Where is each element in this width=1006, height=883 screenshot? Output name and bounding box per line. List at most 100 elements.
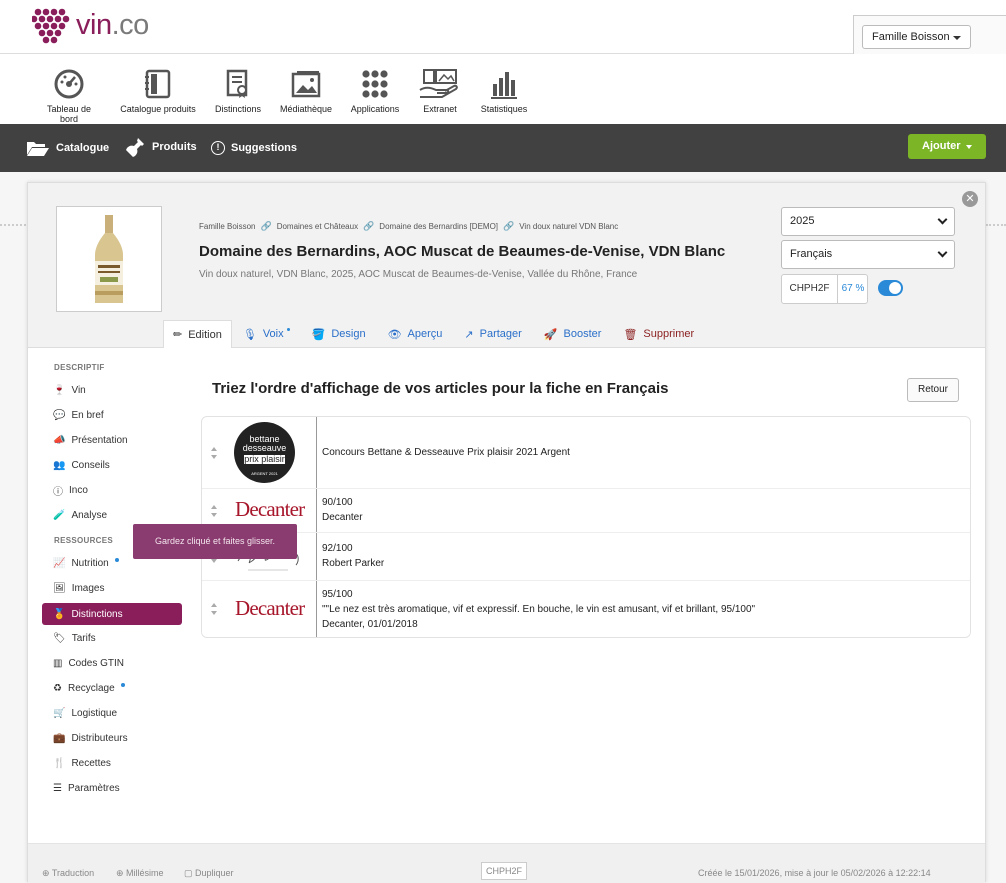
drag-tooltip: Gardez cliqué et faites glisser. — [133, 524, 297, 559]
wine-bottle-image — [95, 215, 123, 303]
heartbeat-icon: 📈 — [53, 558, 66, 569]
divider — [316, 581, 317, 637]
info-icon: ⓘ — [53, 487, 63, 498]
decanter-logo: Decanter — [235, 596, 305, 620]
drag-handle-icon[interactable] — [211, 447, 218, 459]
table-row[interactable]: Decanter 90/100 Decanter — [202, 489, 970, 533]
nav-parametres[interactable]: ☰ Paramètres — [42, 776, 182, 801]
completion-percent: 67 % — [841, 283, 865, 294]
nav-recyclage[interactable]: ♻ Recyclage — [42, 676, 182, 701]
catalogue-book-icon — [145, 69, 171, 99]
module-mediatheque[interactable]: Médiathèque — [276, 68, 336, 114]
nav-conseils[interactable]: 👥 Conseils — [42, 453, 182, 478]
drag-handle-icon[interactable] — [211, 603, 218, 615]
tab-booster[interactable]: 🚀 Booster — [533, 320, 613, 348]
tab-partager[interactable]: ↗ Partager — [453, 320, 532, 348]
nav-logistique[interactable]: 🛒 Logistique — [42, 701, 182, 726]
tab-apercu[interactable]: 👁 Aperçu — [377, 320, 454, 348]
company-selector[interactable]: Famille Boisson — [862, 25, 971, 49]
table-row[interactable]: bettane desseauve prix plaisir ARGENT 20… — [202, 417, 970, 489]
nav-suggestions[interactable]: ! Suggestions — [211, 141, 297, 155]
language-select[interactable]: Français — [781, 240, 955, 269]
top-bar: vin.co Famille Boisson — [0, 0, 1006, 55]
folder-open-icon — [27, 142, 49, 156]
company-panel: Famille Boisson — [853, 15, 1006, 55]
distinction-text: Concours Bettane & Desseauve Prix plaisi… — [322, 447, 570, 458]
nav-inco[interactable]: ⓘ Inco — [42, 478, 182, 503]
breadcrumb-item[interactable]: Domaines et Châteaux — [277, 222, 358, 231]
decanter-logo: Decanter — [235, 497, 305, 521]
logo-text: vin.co — [76, 8, 149, 41]
paint-bucket-icon: 🪣 — [311, 328, 326, 341]
nav-images[interactable]: 🖼 Images — [42, 576, 182, 601]
module-bar: Tableau de bord Catalogue produits Disti… — [0, 54, 1006, 124]
chevron-down-icon — [937, 247, 948, 258]
certificate-icon — [226, 69, 248, 98]
close-icon[interactable]: ✕ — [962, 191, 978, 207]
nav-distinctions[interactable]: 🏅 Distinctions — [42, 603, 182, 625]
vinco-logo[interactable]: vin.co — [32, 6, 149, 44]
utensils-icon: 🍴 — [53, 758, 66, 769]
nav-catalogue[interactable]: Catalogue — [26, 140, 109, 156]
nav-codes-gtin[interactable]: ▥ Codes GTIN — [42, 651, 182, 676]
drag-handle-icon[interactable] — [211, 505, 218, 517]
link-icon: 🔗 — [503, 221, 515, 231]
module-catalogue-produits[interactable]: Catalogue produits — [117, 68, 199, 114]
breadcrumb-item[interactable]: Vin doux naturel VDN Blanc — [519, 222, 618, 231]
product-title: Domaine des Bernardins, AOC Muscat de Be… — [199, 243, 726, 260]
notification-dot — [286, 328, 290, 331]
module-extranet[interactable]: Extranet — [415, 68, 465, 114]
microphone-icon: 🎙 — [242, 328, 257, 341]
nav-recettes[interactable]: 🍴 Recettes — [42, 751, 182, 776]
flask-icon: 🧪 — [53, 510, 66, 521]
add-button[interactable]: Ajouter — [908, 134, 986, 159]
divider — [0, 224, 26, 226]
extranet-hand-icon — [419, 69, 458, 98]
breadcrumb: Famille Boisson 🔗 Domaines et Châteaux 🔗… — [199, 221, 618, 232]
breadcrumb-item[interactable]: Famille Boisson — [199, 222, 255, 231]
module-applications[interactable]: Applications — [346, 68, 404, 114]
notification-dot — [114, 557, 119, 562]
apps-grid-icon — [362, 70, 388, 98]
speech-bubble-icon: 💬 — [53, 410, 66, 421]
breadcrumb-item[interactable]: Domaine des Bernardins [DEMO] — [379, 222, 498, 231]
divider — [316, 417, 317, 488]
distinction-text: 92/100 Robert Parker — [322, 543, 385, 569]
nav-vin[interactable]: 🍷 Vin — [42, 378, 182, 403]
distinction-text: 95/100 ""Le nez est très aromatique, vif … — [322, 589, 756, 630]
pencil-icon: ✏ — [173, 329, 183, 341]
nav-tarifs[interactable]: 🏷 Tarifs — [42, 626, 182, 651]
publish-toggle[interactable] — [878, 280, 903, 296]
briefcase-icon: 💼 — [53, 733, 66, 744]
back-button[interactable]: Retour — [907, 378, 959, 402]
nav-en-bref[interactable]: 💬 En bref — [42, 403, 182, 428]
table-row[interactable]: 92/100 Robert Parker — [202, 533, 970, 581]
nav-distributeurs[interactable]: 💼 Distributeurs — [42, 726, 182, 751]
tab-edition[interactable]: ✏ Edition — [163, 320, 232, 348]
table-row[interactable]: Decanter 95/100 ""Le nez est très aromati… — [202, 581, 970, 637]
rocket-icon: 🚀 — [543, 328, 558, 341]
bettane-desseauve-medal: bettane desseauve prix plaisir ARGENT 20… — [234, 422, 295, 483]
chevron-down-icon — [937, 214, 948, 225]
nav-produits[interactable]: Produits — [124, 137, 197, 157]
tab-design[interactable]: 🪣 Design — [301, 320, 377, 348]
product-card: ✕ Famille Boisson 🔗 Domaines et Châteaux… — [27, 182, 986, 883]
caret-down-icon — [953, 36, 961, 40]
sliders-icon: ☰ — [53, 783, 62, 794]
dolly-icon: 🛒 — [53, 708, 66, 719]
vintage-select[interactable]: 2025 — [781, 207, 955, 236]
module-dashboard[interactable]: Tableau de bord — [37, 68, 101, 124]
wine-glass-icon: 🍷 — [53, 385, 66, 396]
exclamation-circle-icon: ! — [211, 141, 225, 155]
product-thumbnail[interactable] — [56, 206, 162, 312]
product-tabs: ✏ Edition 🎙 Voix 🪣 Design 👁 Aperçu ↗ Partager… — [163, 320, 705, 348]
footer-dates: Créée le 15/01/2026, mise à jour le 05/0… — [698, 868, 931, 878]
recycle-icon: ♻ — [53, 683, 62, 694]
tab-supprimer[interactable]: 🗑 Supprimer — [612, 320, 705, 348]
divider — [316, 489, 317, 532]
module-statistiques[interactable]: Statistiques — [474, 68, 534, 114]
nav-presentation[interactable]: 📣 Présentation — [42, 428, 182, 453]
tab-voix[interactable]: 🎙 Voix — [232, 320, 301, 348]
module-distinctions[interactable]: Distinctions — [210, 68, 266, 114]
caret-down-icon — [966, 145, 972, 149]
